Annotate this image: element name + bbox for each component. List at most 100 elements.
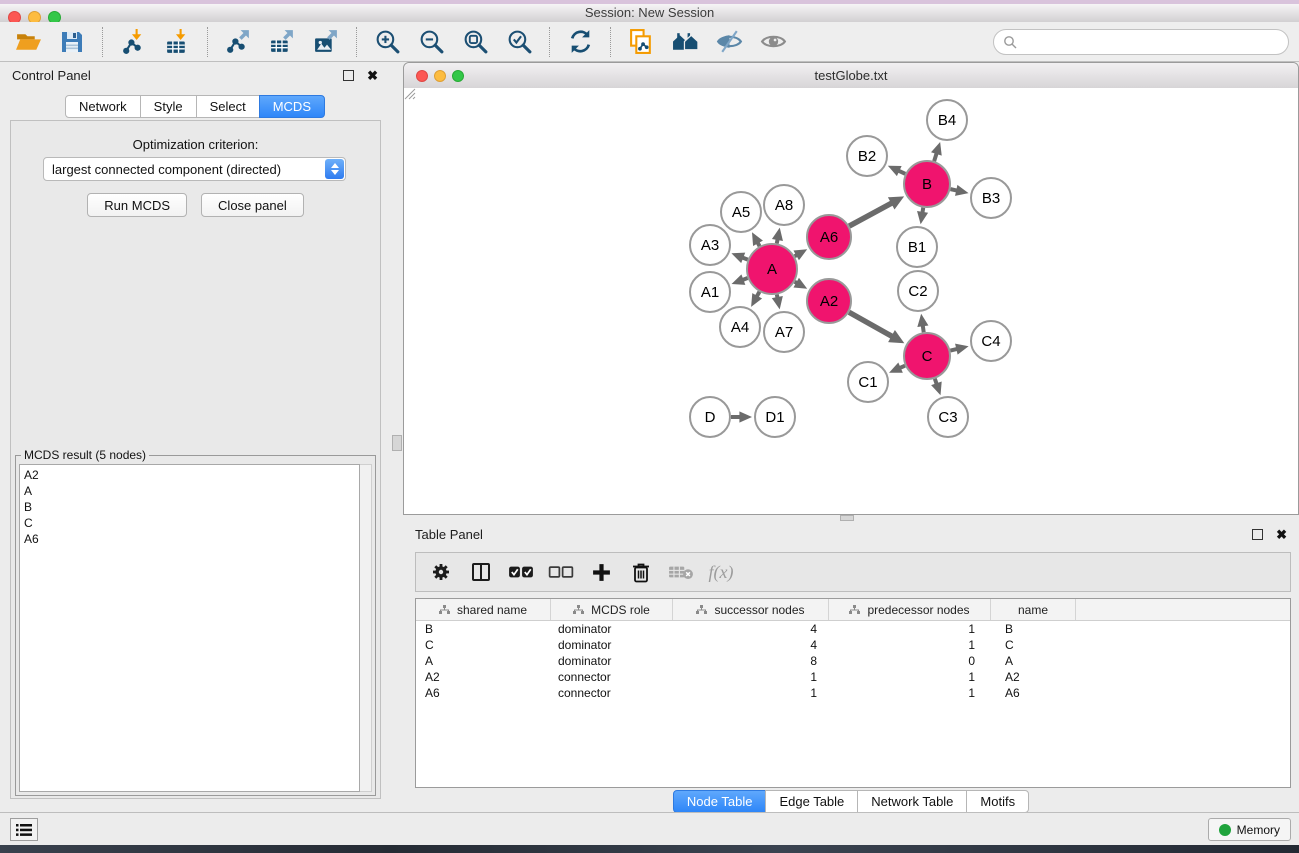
mcds-result-title: MCDS result (5 nodes) — [21, 448, 149, 462]
show-columns-button[interactable] — [468, 557, 494, 587]
save-session-button[interactable] — [50, 26, 94, 58]
memory-label: Memory — [1237, 823, 1280, 837]
network-zoom-button[interactable] — [452, 70, 464, 82]
toolbar-separator — [102, 27, 103, 57]
float-panel-icon[interactable] — [343, 70, 354, 81]
zoom-out-button[interactable] — [409, 26, 453, 58]
run-mcds-button[interactable]: Run MCDS — [87, 193, 187, 217]
graphics-details-button[interactable] — [707, 26, 751, 58]
close-panel-button[interactable]: Close panel — [201, 193, 304, 217]
select-stepper-icon — [325, 159, 344, 179]
divider-grip[interactable] — [392, 435, 402, 451]
list-scrollbar[interactable] — [360, 464, 372, 792]
tab-mcds[interactable]: MCDS — [259, 95, 325, 118]
tab-node-table[interactable]: Node Table — [673, 790, 767, 813]
column-header-successor-nodes[interactable]: successor nodes — [673, 599, 829, 620]
zoom-selected-icon — [506, 28, 533, 55]
settings-gear-button[interactable] — [428, 557, 454, 587]
list-item[interactable]: A — [24, 483, 359, 499]
save-session-icon — [59, 29, 85, 55]
zoom-in-icon — [374, 28, 401, 55]
network-minimize-button[interactable] — [434, 70, 446, 82]
zoom-fit-button[interactable] — [453, 26, 497, 58]
list-item[interactable]: A2 — [24, 467, 359, 483]
column-type-icon — [439, 605, 450, 615]
zoom-in-button[interactable] — [365, 26, 409, 58]
network-overview-houses-icon — [672, 28, 699, 55]
tab-network-table[interactable]: Network Table — [857, 790, 967, 813]
export-table-icon — [269, 28, 296, 55]
graph-node-label: C2 — [908, 283, 927, 300]
table-row[interactable]: C dominator 4 1 C — [416, 637, 1290, 653]
import-table-button[interactable] — [155, 26, 199, 58]
tab-edge-table[interactable]: Edge Table — [765, 790, 858, 813]
criterion-select[interactable]: largest connected component (directed) — [43, 157, 346, 181]
network-graph: B4B2BB3A8A5A6A3B1AC2A1A2A4A7C4CC1C3DD1 — [404, 88, 1298, 514]
select-all-button[interactable] — [508, 557, 534, 587]
tab-network[interactable]: Network — [65, 95, 141, 118]
graph-node-label: A3 — [701, 237, 719, 254]
graph-node-label: A — [767, 261, 777, 278]
optimization-criterion-label: Optimization criterion: — [11, 137, 380, 152]
float-panel-icon[interactable] — [1252, 529, 1263, 540]
graph-node-label: B — [922, 176, 932, 193]
graph-node-label: A6 — [820, 229, 838, 246]
delete-table-button[interactable] — [668, 557, 694, 587]
add-column-button[interactable] — [588, 557, 614, 587]
birds-eye-view-button[interactable] — [751, 26, 795, 58]
network-overview-button[interactable] — [663, 26, 707, 58]
import-network-button[interactable] — [111, 26, 155, 58]
checked-boxes-icon — [508, 563, 534, 581]
graph-node-label: B1 — [908, 239, 926, 256]
table-row[interactable]: A6 connector 1 1 A6 — [416, 685, 1290, 701]
graph-node-label: C3 — [938, 409, 957, 426]
delete-columns-button[interactable] — [628, 557, 654, 587]
task-history-button[interactable] — [10, 818, 38, 841]
refresh-layout-button[interactable] — [558, 26, 602, 58]
tab-style[interactable]: Style — [140, 95, 197, 118]
graph-node-label: A8 — [775, 197, 793, 214]
columns-icon — [470, 561, 492, 583]
clone-network-button[interactable] — [619, 26, 663, 58]
export-image-button[interactable] — [304, 26, 348, 58]
search-input[interactable] — [1023, 33, 1279, 50]
network-close-button[interactable] — [416, 70, 428, 82]
list-item[interactable]: A6 — [24, 531, 359, 547]
list-item[interactable]: B — [24, 499, 359, 515]
export-network-button[interactable] — [216, 26, 260, 58]
deselect-all-button[interactable] — [548, 557, 574, 587]
graphics-details-eye-icon — [716, 28, 743, 55]
tab-motifs[interactable]: Motifs — [966, 790, 1029, 813]
graph-node-label: C4 — [981, 333, 1000, 350]
table-row[interactable]: A dominator 8 0 A — [416, 653, 1290, 669]
gear-icon — [430, 561, 452, 583]
close-panel-icon[interactable]: ✖ — [1276, 528, 1287, 541]
export-network-icon — [225, 28, 252, 55]
column-header-shared-name[interactable]: shared name — [416, 599, 551, 620]
column-header-predecessor-nodes[interactable]: predecessor nodes — [829, 599, 991, 620]
birds-eye-view-eye-icon — [760, 28, 787, 55]
memory-button[interactable]: Memory — [1208, 818, 1291, 841]
list-item[interactable]: C — [24, 515, 359, 531]
graph-node-label: C1 — [858, 374, 877, 391]
table-row[interactable]: B dominator 4 1 B — [416, 621, 1290, 637]
column-type-icon — [696, 605, 707, 615]
column-header-name[interactable]: name — [991, 599, 1076, 620]
close-panel-icon[interactable]: ✖ — [367, 69, 378, 82]
table-row[interactable]: A2 connector 1 1 A2 — [416, 669, 1290, 685]
resize-grip-icon[interactable] — [404, 88, 416, 100]
tab-select[interactable]: Select — [196, 95, 260, 118]
control-panel-tabs: Network Style Select MCDS — [0, 95, 390, 118]
unchecked-boxes-icon — [548, 563, 574, 581]
function-builder-button[interactable]: f(x) — [708, 557, 734, 587]
network-canvas[interactable]: B4B2BB3A8A5A6A3B1AC2A1A2A4A7C4CC1C3DD1 — [404, 88, 1298, 514]
import-table-icon — [164, 28, 191, 55]
export-table-button[interactable] — [260, 26, 304, 58]
vertical-split-divider[interactable] — [390, 62, 403, 812]
mcds-result-groupbox: MCDS result (5 nodes) A2 A B C A6 — [15, 455, 376, 796]
column-header-mcds-role[interactable]: MCDS role — [551, 599, 673, 620]
open-session-button[interactable] — [6, 26, 50, 58]
toolbar-separator — [549, 27, 550, 57]
zoom-selected-button[interactable] — [497, 26, 541, 58]
toolbar-separator — [610, 27, 611, 57]
